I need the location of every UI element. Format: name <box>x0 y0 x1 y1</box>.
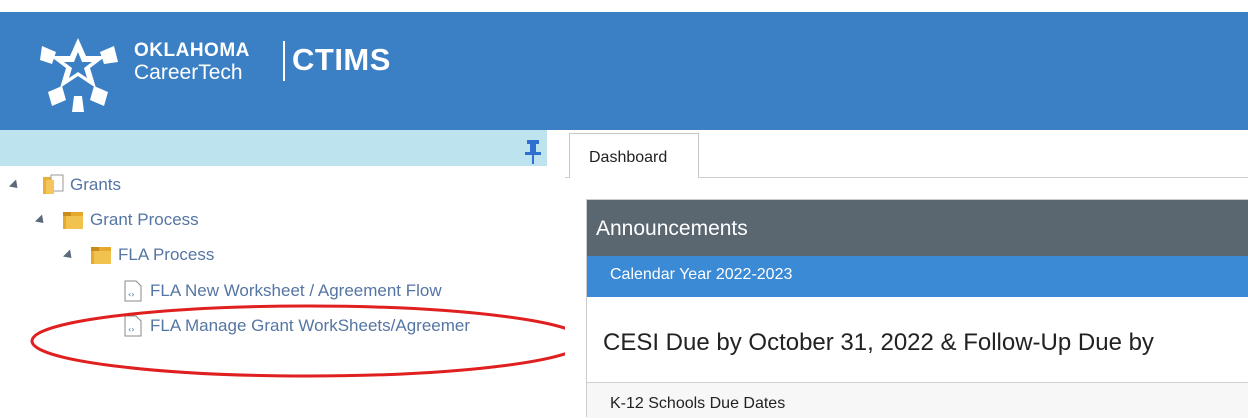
folder-icon <box>91 247 111 264</box>
calendar-year-label: Calendar Year 2022-2023 <box>610 266 793 283</box>
tree-node-fla-new-worksheet[interactable]: ‹› FLA New Worksheet / Agreement Flow <box>124 278 442 304</box>
tree-node-label: FLA Process <box>118 245 215 264</box>
oklahoma-careertech-logo[interactable]: OKLAHOMA CareerTech CTIMS <box>34 34 554 112</box>
tab-dashboard[interactable]: Dashboard <box>569 133 699 179</box>
tree-panel-header <box>0 130 547 166</box>
top-strip <box>0 0 1248 12</box>
red-annotation-ellipse <box>30 304 586 378</box>
tree-node-grant-process[interactable]: Grant Process <box>34 207 199 233</box>
tab-bar: Dashboard <box>565 130 1248 179</box>
k12-due-dates-label: K-12 Schools Due Dates <box>610 395 786 412</box>
logo-oklahoma-text: OKLAHOMA <box>134 40 250 61</box>
announcements-title: Announcements <box>596 217 748 240</box>
tree-node-grants[interactable]: Grants <box>8 172 122 198</box>
dashboard-content: Announcements Calendar Year 2022-2023 CE… <box>565 178 1248 418</box>
cesi-due-notice: CESI Due by October 31, 2022 & Follow-Up… <box>603 329 1154 356</box>
expand-arrow-icon[interactable] <box>8 178 22 192</box>
svg-text:‹›: ‹› <box>128 290 134 299</box>
tab-label: Dashboard <box>589 149 668 166</box>
tree-node-label: Grants <box>70 175 122 194</box>
k12-due-dates-row[interactable]: K-12 Schools Due Dates <box>587 383 1248 418</box>
star-logo-icon <box>40 38 118 112</box>
app-name: CTIMS <box>292 42 391 77</box>
tree-node-label: Grant Process <box>90 210 199 229</box>
announcements-panel: Announcements Calendar Year 2022-2023 CE… <box>586 199 1248 418</box>
logo-separator <box>283 41 285 81</box>
logo-careertech-text: CareerTech <box>134 61 243 84</box>
tree-node-fla-process[interactable]: FLA Process <box>62 242 215 268</box>
calendar-year-header[interactable]: Calendar Year 2022-2023 <box>587 256 1248 297</box>
tree-node-label: FLA New Worksheet / Agreement Flow <box>150 281 442 300</box>
expand-arrow-icon[interactable] <box>34 213 48 227</box>
grants-folder-icon <box>43 174 64 194</box>
announcements-header: Announcements <box>587 200 1248 256</box>
page-icon: ‹› <box>124 280 142 302</box>
pushpin-icon[interactable] <box>524 140 542 164</box>
folder-icon <box>63 212 83 229</box>
expand-arrow-icon[interactable] <box>62 248 76 262</box>
app-header: OKLAHOMA CareerTech CTIMS <box>0 12 1248 130</box>
